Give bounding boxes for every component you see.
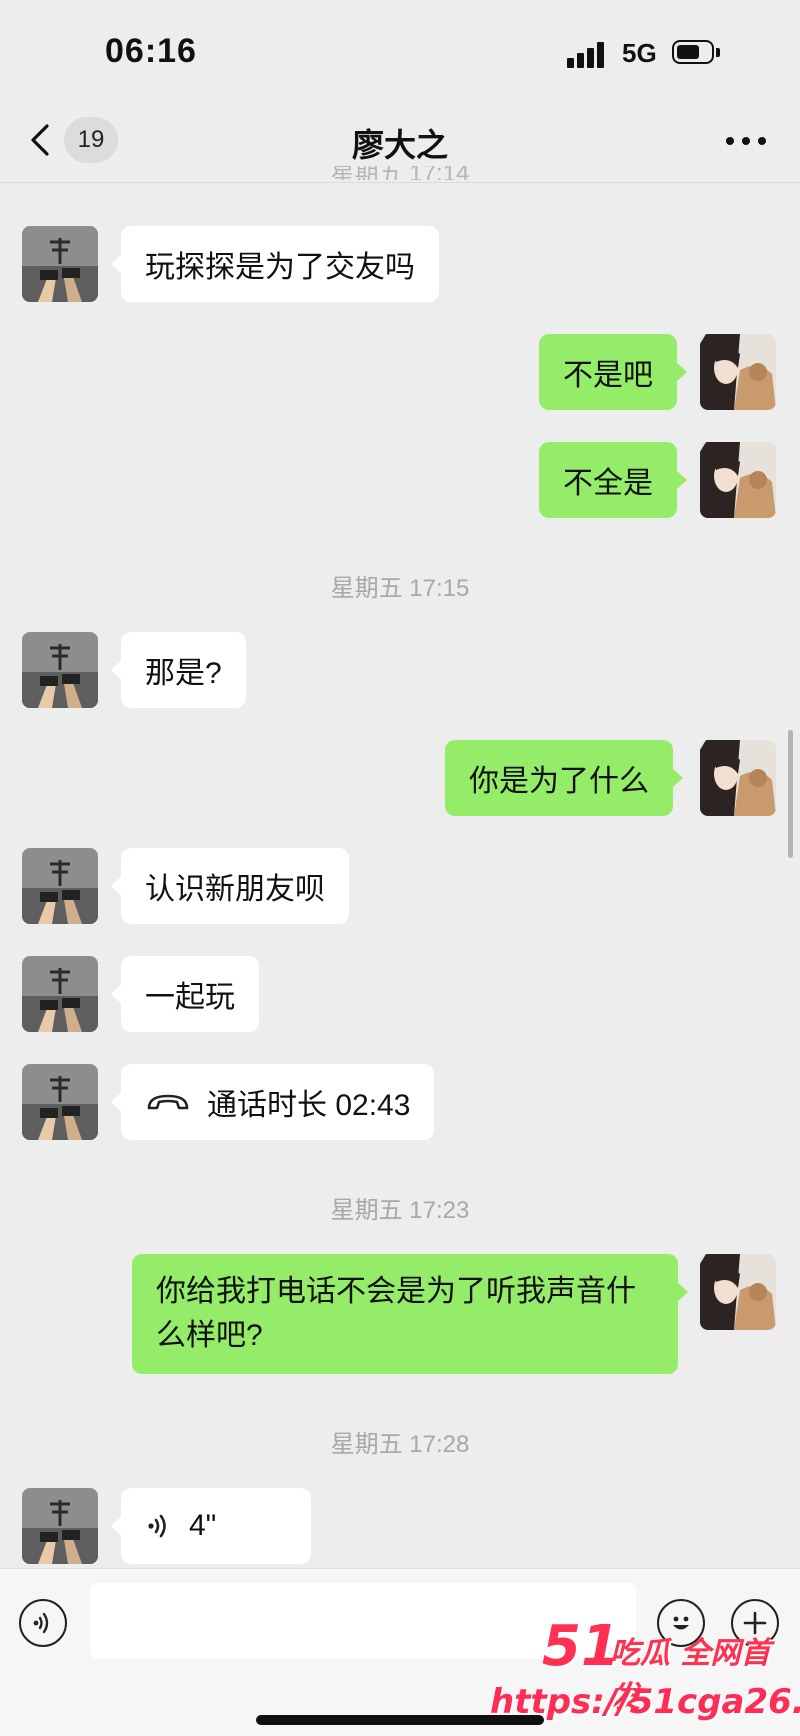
contact-avatar[interactable] [22,1488,98,1564]
call-duration-text: 通话时长 02:43 [207,1089,411,1122]
plus-icon [743,1611,767,1635]
network-type: 5G [622,38,657,68]
phone-hangup-icon [147,1094,189,1110]
voice-message[interactable]: 4" [111,1488,311,1564]
timestamp: 星期五 17:28 [330,1431,470,1458]
my-avatar[interactable] [700,1254,776,1330]
message-incoming[interactable]: 玩探探是为了交友吗 [111,226,439,302]
contact-avatar[interactable] [22,956,98,1032]
message-outgoing[interactable]: 你给我打电话不会是为了听我声音什么样吧? [132,1254,688,1374]
scrollbar[interactable] [788,730,793,858]
home-indicator[interactable] [256,1715,544,1725]
chat-screen: 06:16 5G 19 廖大之 星期五 17:14 玩探探是为了交友吗 不是吧 [0,0,800,1736]
message-incoming[interactable]: 认识新朋友呗 [111,848,349,924]
chat-title: 廖大之 [351,127,448,163]
my-avatar[interactable] [700,334,776,410]
more-options-icon[interactable] [726,134,766,148]
status-bar: 06:16 5G [0,0,800,100]
message-outgoing[interactable]: 你是为了什么 [445,740,683,816]
contact-avatar[interactable] [22,1064,98,1140]
timestamp: 星期五 17:23 [330,1197,470,1224]
message-outgoing[interactable]: 不全是 [539,442,687,518]
voice-input-button[interactable] [19,1599,67,1647]
smiley-icon [673,1616,689,1630]
voice-wave-icon [33,1612,49,1634]
timestamp: 星期五 17:15 [330,575,470,602]
battery-icon [672,40,722,66]
voice-wave-icon [148,1514,166,1538]
my-avatar[interactable] [700,740,776,816]
signal-icon [567,40,611,68]
status-time: 06:16 [105,32,197,70]
call-record-message[interactable]: 通话时长 02:43 [110,1064,435,1140]
message-outgoing[interactable]: 不是吧 [539,334,687,410]
my-avatar[interactable] [700,442,776,518]
contact-avatar[interactable] [22,226,98,302]
message-input[interactable] [90,1583,636,1659]
voice-duration: 4" [189,1509,217,1542]
contact-avatar[interactable] [22,632,98,708]
message-incoming[interactable]: 那是? [111,632,246,708]
chat-input-bar [0,1568,800,1736]
contact-avatar[interactable] [22,848,98,924]
timestamp-partial: 星期五 17:14 [330,166,470,180]
emoji-button[interactable] [657,1599,705,1647]
more-functions-button[interactable] [731,1599,779,1647]
message-incoming[interactable]: 一起玩 [111,956,259,1032]
